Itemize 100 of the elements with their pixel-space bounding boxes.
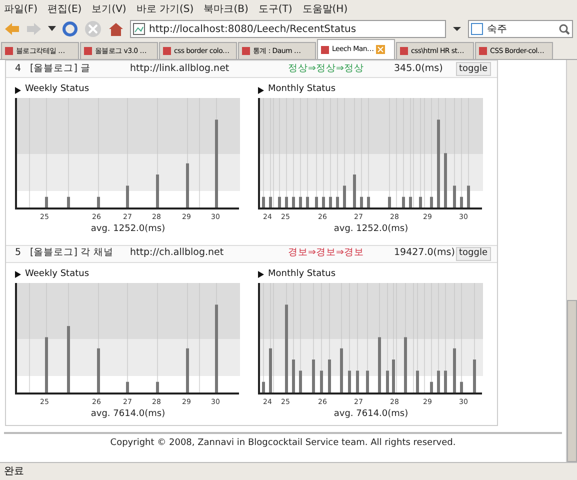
chart-bar xyxy=(366,370,369,392)
site-url: http://ch.allblog.net xyxy=(130,246,225,260)
status-text: 완료 xyxy=(4,465,24,479)
chart-bar xyxy=(269,196,272,208)
menu-item[interactable]: 편집(E) xyxy=(48,2,82,16)
close-icon[interactable] xyxy=(376,45,385,54)
favicon-icon xyxy=(478,46,488,56)
menu-item[interactable]: 도구(T) xyxy=(258,2,292,16)
favicon-icon xyxy=(399,46,409,56)
toggle-button[interactable]: toggle xyxy=(456,62,490,76)
chart-bar xyxy=(453,186,456,208)
chart-bar xyxy=(353,174,356,208)
chart-bar xyxy=(306,196,309,208)
chart-bar xyxy=(378,336,381,392)
chart-bar xyxy=(409,196,412,208)
menu-item[interactable]: 파일(F) xyxy=(4,2,38,16)
triangle-icon xyxy=(15,271,21,278)
site-name: [올블로그] 각 채널 xyxy=(30,246,114,260)
chart-bar xyxy=(156,381,159,392)
menu-item[interactable]: 보기(V) xyxy=(92,2,126,16)
row-number: 4 xyxy=(14,62,22,76)
chart-bar xyxy=(320,370,323,392)
chart-bar xyxy=(45,336,48,392)
chart-bar xyxy=(473,359,476,392)
home-icon[interactable] xyxy=(108,21,124,37)
chart-bar xyxy=(269,348,272,392)
chart-bar xyxy=(367,196,370,208)
chart-bar xyxy=(328,359,331,392)
dropdown-icon[interactable] xyxy=(48,26,56,32)
chart-bar xyxy=(386,370,389,392)
search-icon[interactable] xyxy=(559,24,570,34)
chart-bar xyxy=(97,348,100,392)
menu-item[interactable]: 바로 가기(S) xyxy=(136,2,194,16)
chart-bar xyxy=(262,381,265,392)
chart-bar xyxy=(444,153,447,208)
scrollbar[interactable] xyxy=(566,60,577,462)
chart-bar xyxy=(453,348,456,392)
favicon-icon xyxy=(162,46,172,56)
average-text: avg. 7614.0(ms) xyxy=(90,408,166,420)
site-url: http://link.allblog.net xyxy=(130,62,230,76)
chart-bar xyxy=(444,370,447,392)
chart-bar xyxy=(292,359,295,392)
chart-bar xyxy=(343,186,346,208)
search-engine-icon[interactable] xyxy=(471,23,483,35)
favicon-icon xyxy=(320,44,330,54)
chart-bar xyxy=(430,196,433,208)
chart-bar xyxy=(156,174,159,208)
chart-bar xyxy=(67,196,70,208)
chart-bar xyxy=(360,196,363,208)
menu-item[interactable]: 도움말(H) xyxy=(302,2,348,16)
chart-bar xyxy=(285,196,288,208)
url-text: http://localhost:8080/Leech/RecentStatus xyxy=(149,22,356,36)
search-text: 숙주 xyxy=(487,22,508,36)
chart-bar xyxy=(388,196,391,208)
favicon-icon xyxy=(241,46,251,56)
menu-item[interactable]: 북마크(B) xyxy=(204,2,248,16)
chart-title: Monthly Status xyxy=(268,268,336,281)
chart-bar xyxy=(299,196,302,208)
chart-bar xyxy=(467,186,470,208)
favicon-icon xyxy=(4,46,14,56)
chart-bar xyxy=(430,381,433,392)
triangle-icon xyxy=(258,86,264,94)
average-text: avg. 7614.0(ms) xyxy=(332,408,410,420)
chart-bar xyxy=(126,381,129,392)
response-time: 19427.0(ms) xyxy=(394,246,456,260)
chart-bar xyxy=(186,348,189,392)
chart-title: Weekly Status xyxy=(25,268,90,281)
triangle-icon xyxy=(258,271,264,278)
average-text: avg. 1252.0(ms) xyxy=(90,223,166,236)
triangle-icon xyxy=(15,86,21,94)
chart-bar xyxy=(329,196,332,208)
chart-bar xyxy=(356,370,359,392)
status-text: 경보⇒경보⇒경보 xyxy=(288,246,365,260)
address-field[interactable]: http://localhost:8080/Leech/RecentStatus xyxy=(130,20,446,38)
chart-bar xyxy=(186,163,189,208)
chart-bar xyxy=(340,348,343,392)
search-field[interactable]: 숙주 xyxy=(468,20,573,38)
copyright-text: Copyright © 2008, Zannavi in Blogcocktail Service team. All rights reserved. xyxy=(109,437,457,450)
chart-bar xyxy=(315,196,318,208)
chart-bar xyxy=(45,196,48,208)
row-number: 5 xyxy=(14,246,22,260)
response-time: 345.0(ms) xyxy=(394,62,444,76)
favicon-icon xyxy=(83,46,93,56)
chart-bar xyxy=(404,336,407,392)
status-text: 정상⇒정상⇒정상 xyxy=(288,62,365,76)
chart-bar xyxy=(460,381,463,392)
average-text: avg. 1252.0(ms) xyxy=(332,223,410,236)
chart-bar xyxy=(322,196,325,208)
chart-bar xyxy=(392,359,395,392)
chart-bar xyxy=(126,186,129,208)
chart-bar xyxy=(278,196,281,208)
chart-bar xyxy=(97,196,100,208)
page-icon xyxy=(133,23,145,35)
chart-bar xyxy=(437,370,440,392)
chart-bar xyxy=(402,196,405,208)
chart-bar xyxy=(416,370,419,392)
toggle-button[interactable]: toggle xyxy=(456,246,490,260)
reload-icon[interactable] xyxy=(62,21,78,37)
chart-bar xyxy=(312,359,315,392)
chart-bar xyxy=(460,196,463,208)
